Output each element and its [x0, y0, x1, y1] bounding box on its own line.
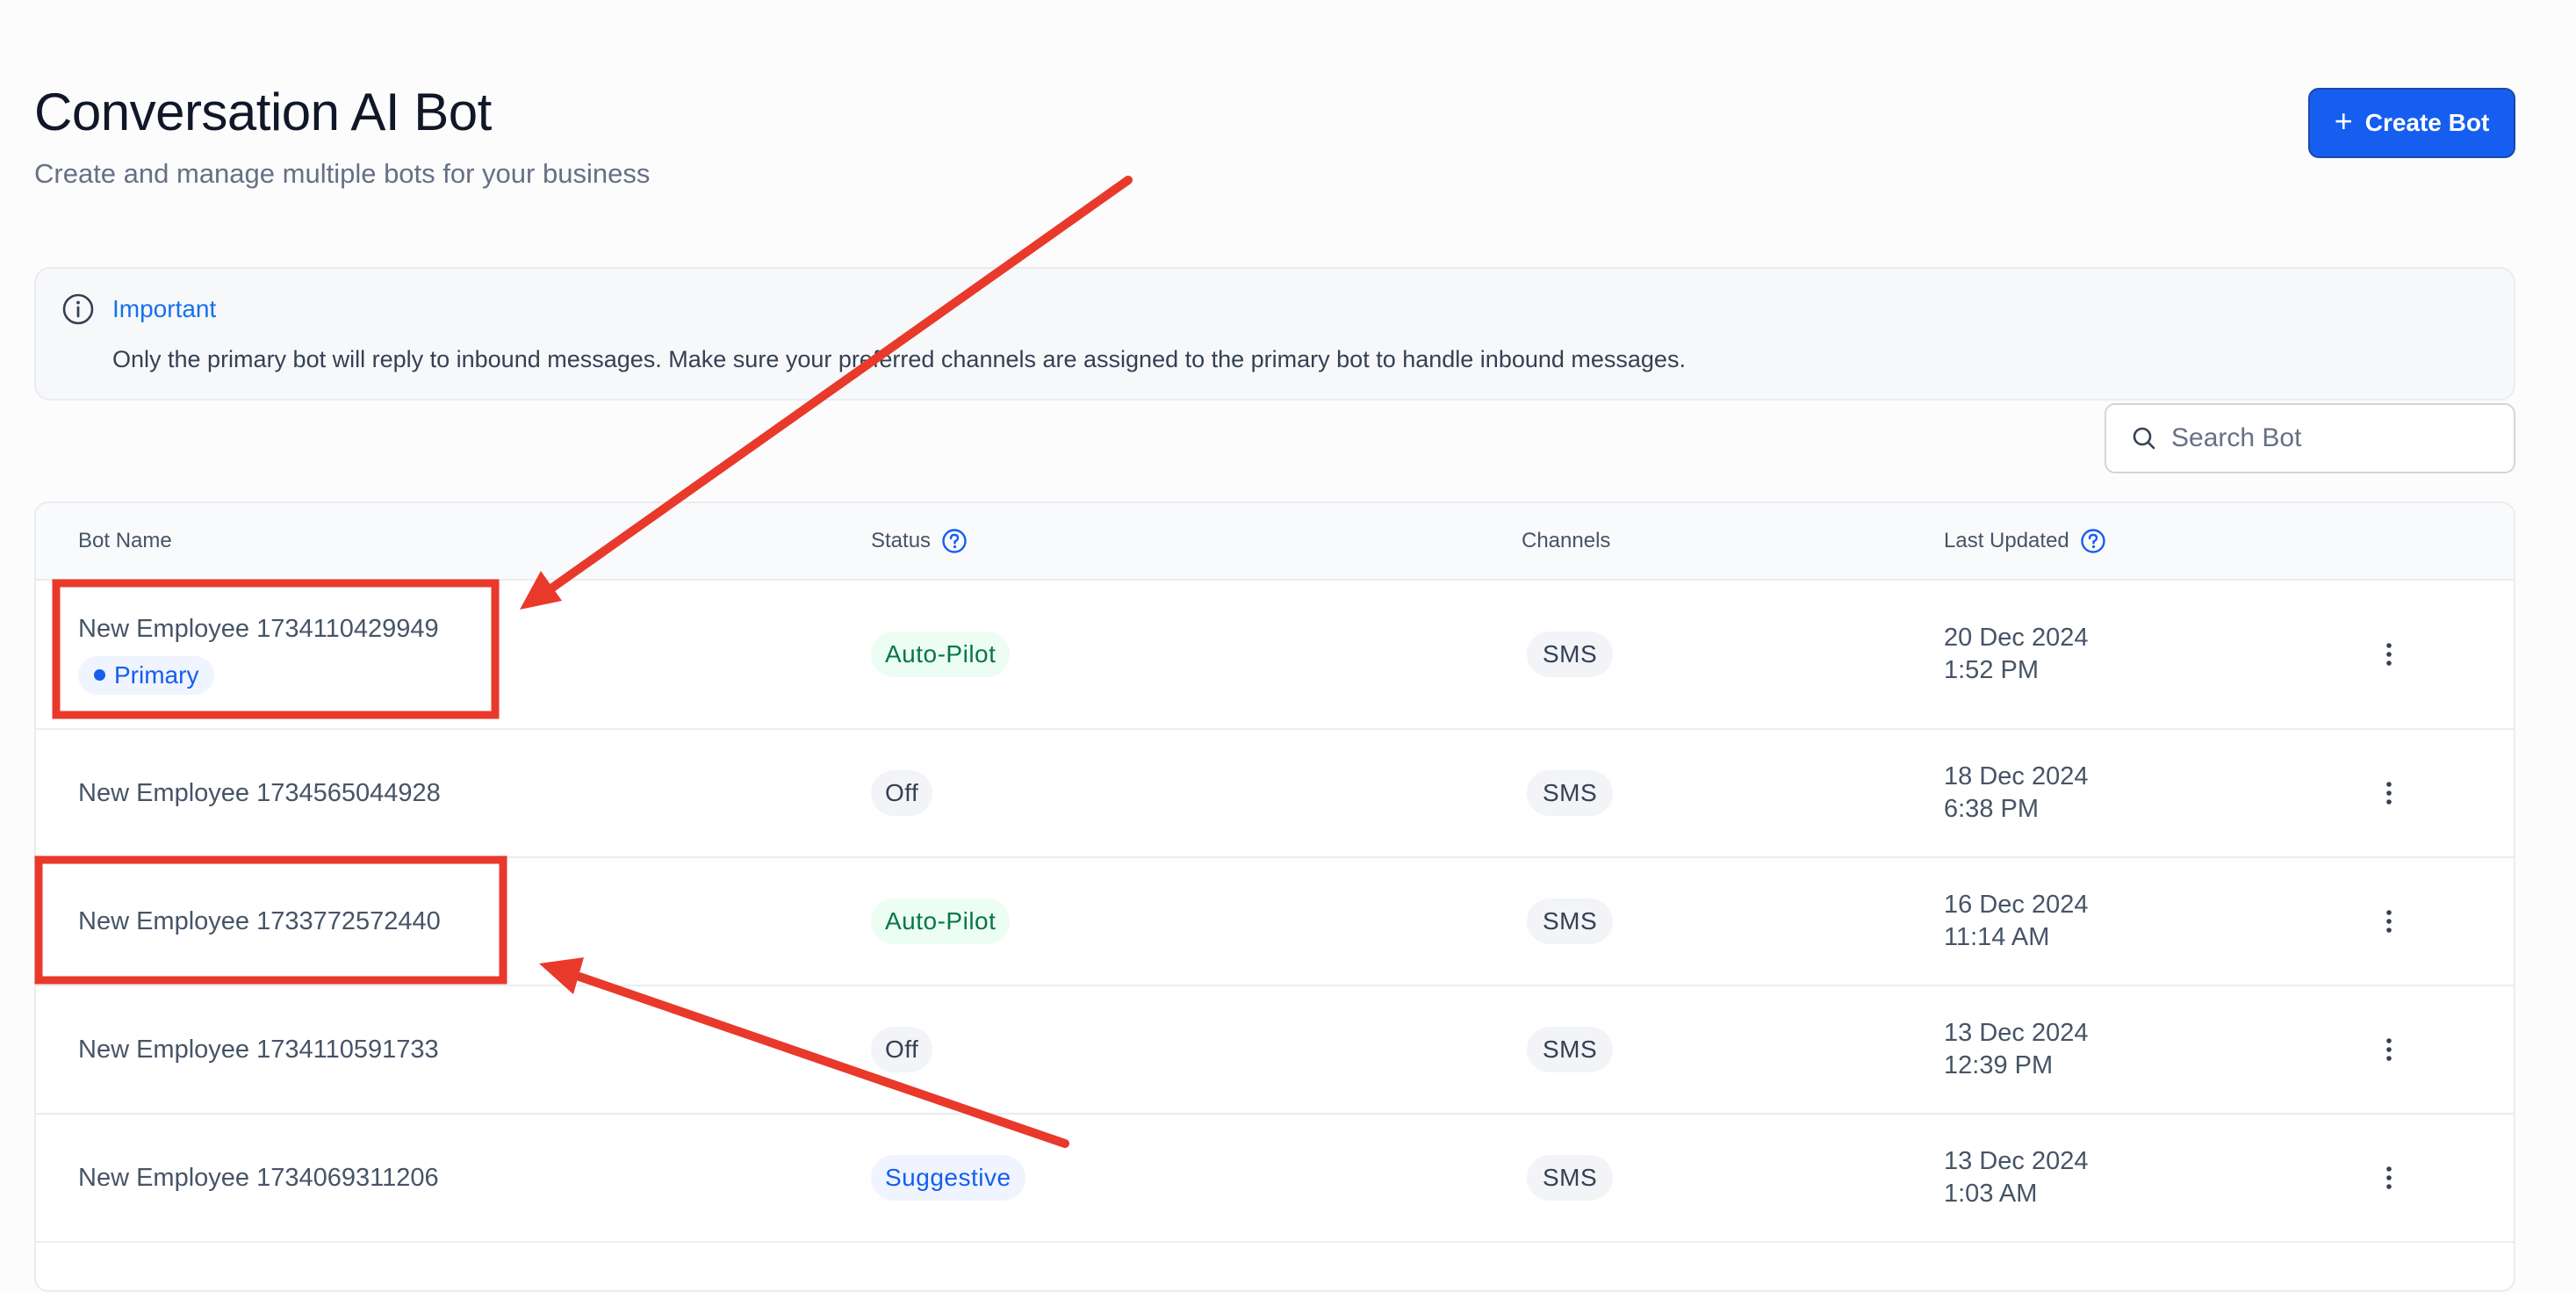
plus-icon: +	[2334, 103, 2353, 139]
bot-name[interactable]: New Employee 1733772572440	[78, 907, 441, 936]
page-subtitle: Create and manage multiple bots for your…	[34, 158, 651, 189]
last-updated-cell: 16 Dec 2024 11:14 AM	[1944, 858, 2088, 985]
status-cell: Auto-Pilot	[871, 581, 1011, 728]
row-menu-button[interactable]	[2371, 858, 2407, 985]
status-chip: Suggestive	[871, 1155, 1025, 1201]
status-cell: Off	[871, 730, 933, 856]
help-icon[interactable]	[941, 528, 968, 554]
channel-cell: SMS	[1527, 858, 1614, 985]
status-chip: Off	[871, 1027, 933, 1072]
updated-time: 6:38 PM	[1944, 795, 2039, 823]
updated-time: 1:03 AM	[1944, 1180, 2038, 1208]
channel-chip: SMS	[1527, 1155, 1614, 1201]
row-menu-button[interactable]	[2371, 1115, 2407, 1241]
channel-cell: SMS	[1527, 986, 1614, 1113]
status-cell: Off	[871, 986, 933, 1113]
help-icon[interactable]	[2080, 528, 2106, 554]
bot-name-cell: New Employee 1734110591733	[78, 986, 439, 1113]
search-input[interactable]	[2169, 422, 2507, 454]
bot-name-cell: New Employee 1733772572440	[78, 858, 441, 985]
primary-badge-label: Primary	[114, 660, 199, 689]
create-bot-label: Create Bot	[2364, 109, 2490, 136]
updated-date: 13 Dec 2024	[1944, 1019, 2089, 1047]
status-chip: Off	[871, 770, 933, 816]
updated-date: 16 Dec 2024	[1944, 891, 2089, 919]
header-channels: Channels	[1522, 503, 1610, 579]
important-alert: Important Only the primary bot will repl…	[34, 267, 2515, 401]
search-icon	[2133, 427, 2155, 450]
table-header: Bot Name Status Channels Last Updated	[36, 503, 2514, 581]
status-dot-icon	[94, 669, 105, 681]
bot-name[interactable]: New Employee 1734069311206	[78, 1164, 439, 1193]
updated-date: 20 Dec 2024	[1944, 624, 2089, 652]
channel-chip: SMS	[1527, 770, 1614, 816]
bot-name[interactable]: New Employee 1734110429949	[78, 615, 439, 644]
primary-badge: Primary	[78, 655, 215, 695]
last-updated-cell: 13 Dec 2024 12:39 PM	[1944, 986, 2088, 1113]
channel-chip: SMS	[1527, 899, 1614, 944]
status-chip: Auto-Pilot	[871, 632, 1011, 677]
channel-cell: SMS	[1527, 581, 1614, 728]
channel-chip: SMS	[1527, 1027, 1614, 1072]
table-row[interactable]: New Employee 1734565044928 Off SMS 18 De…	[36, 730, 2514, 858]
row-menu-button[interactable]	[2371, 986, 2407, 1113]
last-updated-cell: 20 Dec 2024 1:52 PM	[1944, 581, 2088, 728]
page-title: Conversation AI Bot	[34, 83, 492, 141]
bot-name[interactable]: New Employee 1734110591733	[78, 1036, 439, 1065]
channel-chip: SMS	[1527, 632, 1614, 677]
alert-message: Only the primary bot will reply to inbou…	[112, 346, 1686, 372]
last-updated-cell: 18 Dec 2024 6:38 PM	[1944, 730, 2088, 856]
last-updated-cell: 13 Dec 2024 1:03 AM	[1944, 1115, 2088, 1241]
table-row[interactable]: New Employee 1734069311206 Suggestive SM…	[36, 1115, 2514, 1243]
header-bot-name-label: Bot Name	[78, 529, 172, 552]
bot-name-cell: New Employee 1734110429949 Primary	[78, 581, 439, 728]
more-vertical-icon	[2386, 1038, 2392, 1061]
table-row[interactable]: New Employee 1733772572440 Auto-Pilot SM…	[36, 858, 2514, 986]
search-box[interactable]	[2105, 403, 2515, 473]
more-vertical-icon	[2386, 643, 2392, 666]
bot-name[interactable]: New Employee 1734565044928	[78, 779, 441, 808]
status-cell: Auto-Pilot	[871, 858, 1011, 985]
alert-title: Important	[112, 295, 217, 322]
header-status: Status	[871, 503, 968, 579]
header-bot-name: Bot Name	[78, 503, 172, 579]
channel-cell: SMS	[1527, 730, 1614, 856]
header-status-label: Status	[871, 529, 932, 552]
updated-time: 11:14 AM	[1944, 923, 2050, 951]
updated-time: 12:39 PM	[1944, 1051, 2054, 1079]
bots-table: Bot Name Status Channels Last Updated Ne…	[34, 502, 2515, 1292]
header-channels-label: Channels	[1522, 529, 1611, 552]
channel-cell: SMS	[1527, 1115, 1614, 1241]
updated-date: 18 Dec 2024	[1944, 762, 2089, 790]
bot-name-cell: New Employee 1734565044928	[78, 730, 441, 856]
updated-date: 13 Dec 2024	[1944, 1147, 2089, 1175]
page-header: Conversation AI Bot Create and manage mu…	[34, 86, 650, 190]
bot-name-cell: New Employee 1734069311206	[78, 1115, 439, 1241]
create-bot-button[interactable]: + Create Bot	[2308, 88, 2515, 158]
updated-time: 1:52 PM	[1944, 656, 2039, 684]
more-vertical-icon	[2386, 782, 2392, 805]
info-icon	[62, 293, 94, 325]
row-menu-button[interactable]	[2371, 730, 2407, 856]
table-row[interactable]: New Employee 1734110429949 Primary Auto-…	[36, 581, 2514, 730]
status-chip: Auto-Pilot	[871, 899, 1011, 944]
more-vertical-icon	[2386, 1166, 2392, 1189]
row-menu-button[interactable]	[2371, 581, 2407, 728]
status-cell: Suggestive	[871, 1115, 1025, 1241]
header-last-updated: Last Updated	[1944, 503, 2106, 579]
more-vertical-icon	[2386, 910, 2392, 933]
table-row[interactable]: New Employee 1734110591733 Off SMS 13 De…	[36, 986, 2514, 1115]
header-last-updated-label: Last Updated	[1944, 529, 2069, 552]
